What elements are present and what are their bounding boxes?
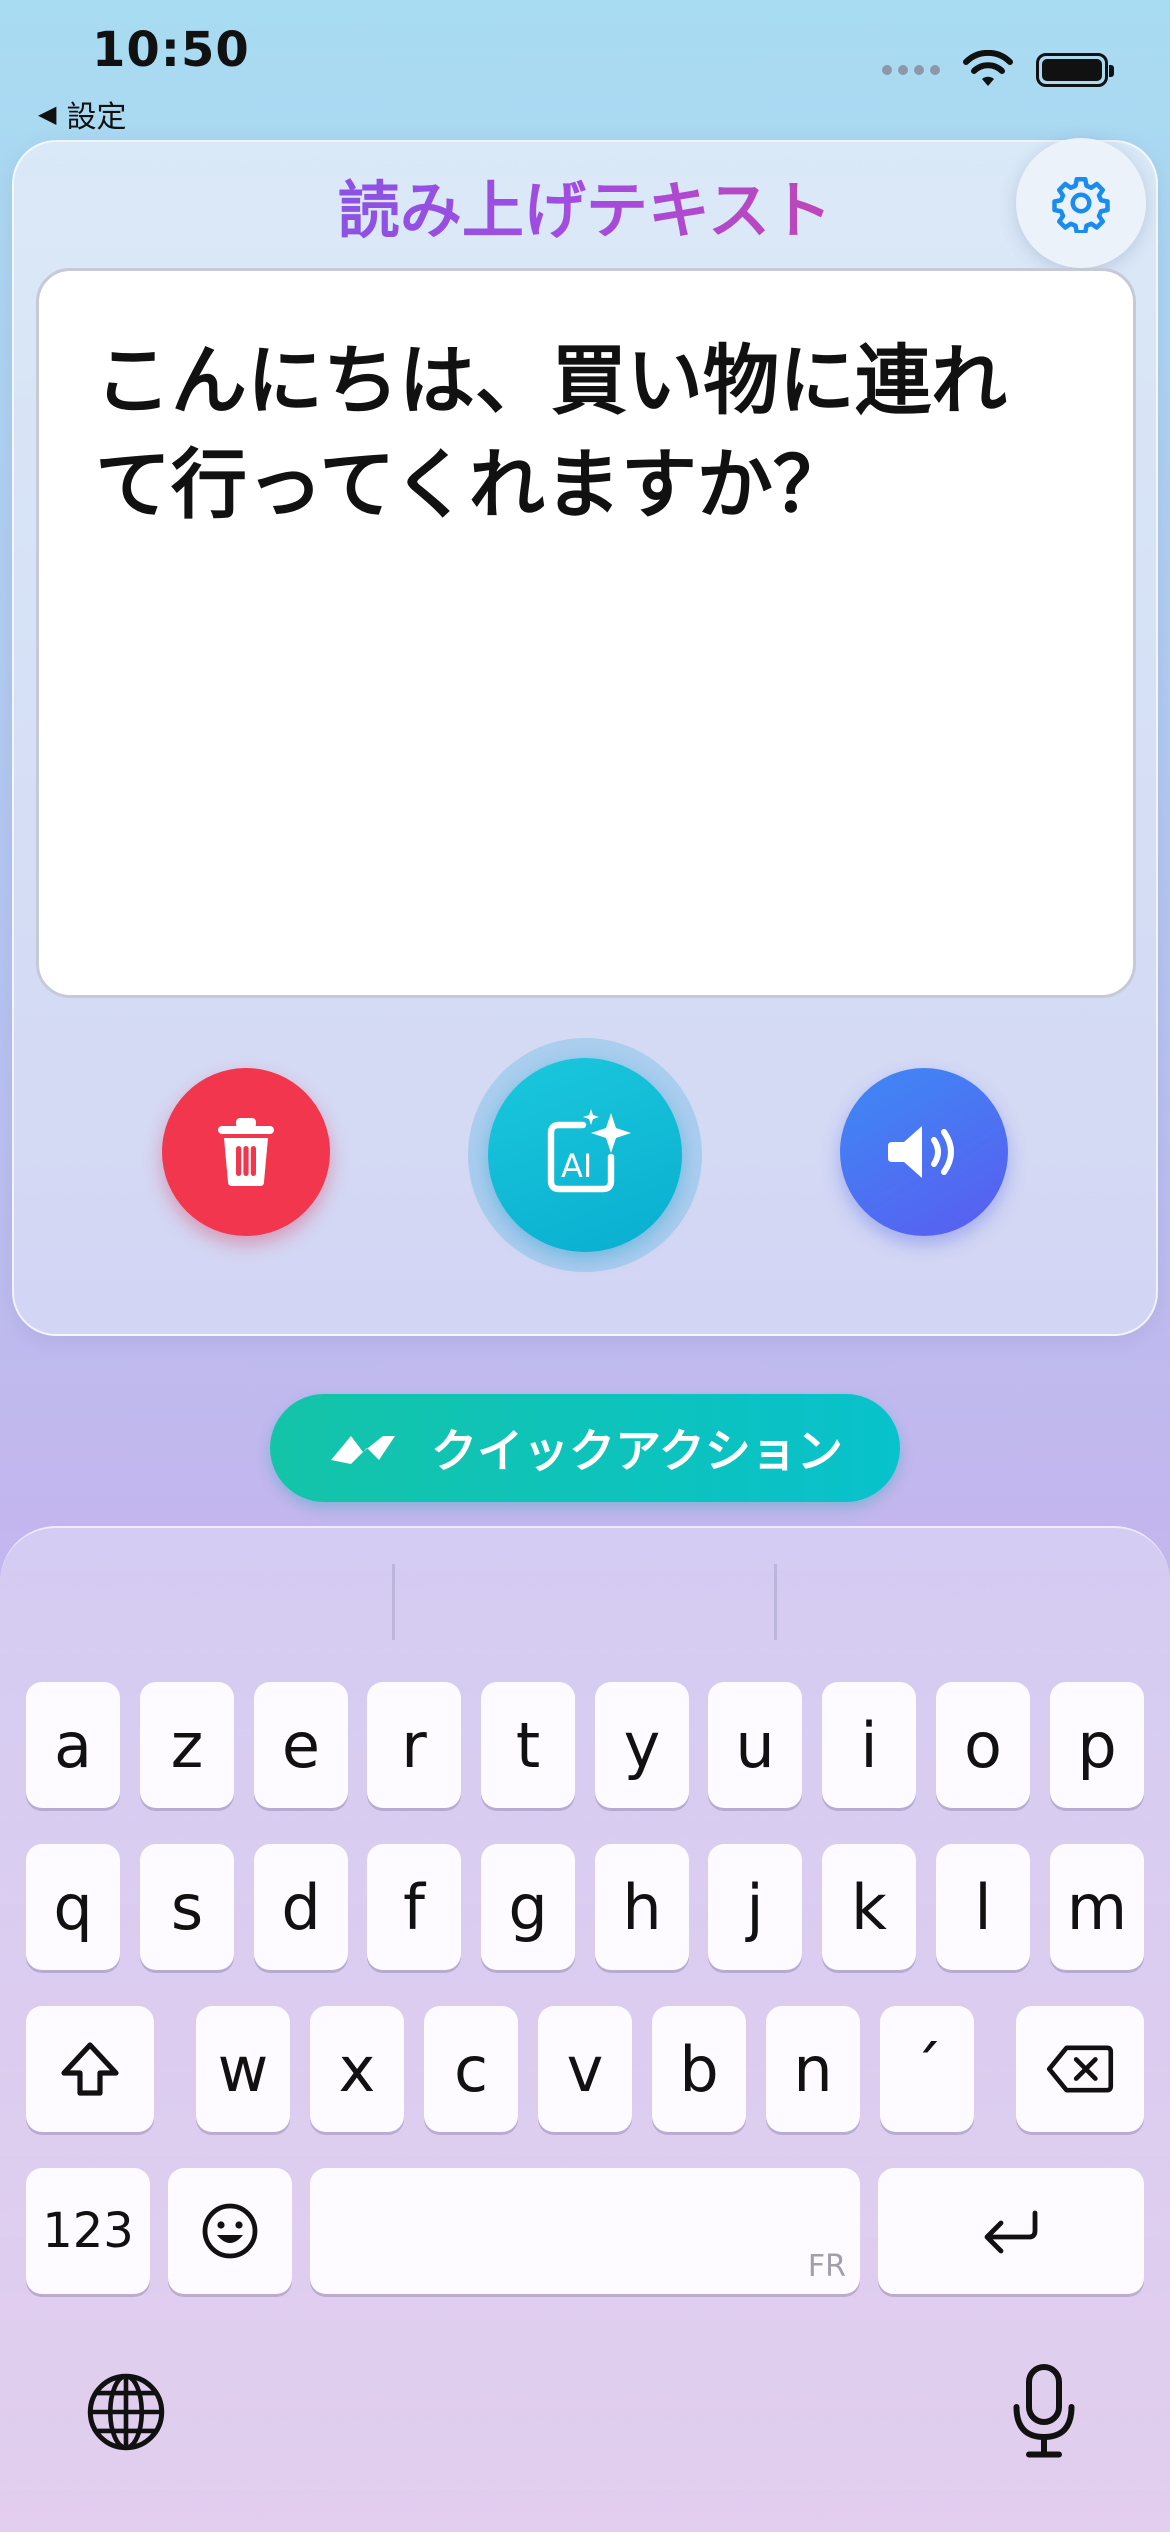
status-time: 10:50 bbox=[92, 22, 250, 78]
globe-icon bbox=[87, 2373, 165, 2451]
key-n[interactable]: n bbox=[766, 2006, 860, 2132]
delete-button[interactable] bbox=[162, 1068, 330, 1236]
battery-icon bbox=[1036, 53, 1114, 87]
back-label: 設定 bbox=[66, 100, 127, 135]
status-indicators bbox=[882, 50, 1114, 90]
gear-icon bbox=[1052, 177, 1110, 233]
back-arrow-icon: ◀ bbox=[38, 100, 57, 128]
key-s[interactable]: s bbox=[140, 1844, 234, 1970]
emoji-icon bbox=[202, 2203, 258, 2259]
space-key[interactable]: FR bbox=[310, 2168, 860, 2294]
key-u[interactable]: u bbox=[708, 1682, 802, 1808]
speaker-icon bbox=[888, 1126, 954, 1178]
key-k[interactable]: k bbox=[822, 1844, 916, 1970]
key-j[interactable]: j bbox=[708, 1844, 802, 1970]
wifi-icon bbox=[963, 50, 1013, 86]
mic-icon bbox=[1013, 2364, 1075, 2458]
trash-icon bbox=[218, 1118, 274, 1186]
speech-text: こんにちは、買い物に連れて行ってくれますか？ bbox=[95, 336, 1007, 529]
svg-text:AI: AI bbox=[561, 1147, 592, 1185]
numbers-key[interactable]: 123 bbox=[26, 2168, 150, 2294]
key-accent[interactable]: ´ bbox=[880, 2006, 974, 2132]
backspace-key[interactable] bbox=[1016, 2006, 1144, 2132]
emoji-key[interactable] bbox=[168, 2168, 292, 2294]
ai-sparkle-icon: AI bbox=[547, 1109, 631, 1193]
suggestion-divider bbox=[774, 1564, 777, 1640]
globe-button[interactable] bbox=[84, 2370, 168, 2454]
speak-button[interactable] bbox=[840, 1068, 1008, 1236]
key-b[interactable]: b bbox=[652, 2006, 746, 2132]
key-i[interactable]: i bbox=[822, 1682, 916, 1808]
space-language-label: FR bbox=[807, 2249, 846, 2284]
key-a[interactable]: a bbox=[26, 1682, 120, 1808]
backspace-icon bbox=[1046, 2045, 1114, 2093]
signal-icon bbox=[882, 65, 940, 75]
suggestion-divider bbox=[392, 1564, 395, 1640]
key-t[interactable]: t bbox=[481, 1682, 575, 1808]
settings-button[interactable] bbox=[1016, 138, 1146, 268]
key-c[interactable]: c bbox=[424, 2006, 518, 2132]
speech-text-area[interactable]: こんにちは、買い物に連れて行ってくれますか？ bbox=[36, 268, 1136, 998]
ai-assist-button[interactable]: AI bbox=[488, 1058, 682, 1252]
key-y[interactable]: y bbox=[595, 1682, 689, 1808]
key-d[interactable]: d bbox=[254, 1844, 348, 1970]
key-p[interactable]: p bbox=[1050, 1682, 1144, 1808]
key-g[interactable]: g bbox=[481, 1844, 575, 1970]
dictation-button[interactable] bbox=[1004, 2362, 1084, 2462]
back-to-settings[interactable]: ◀ 設定 bbox=[38, 92, 126, 136]
return-icon bbox=[984, 2210, 1038, 2254]
key-h[interactable]: h bbox=[595, 1844, 689, 1970]
key-e[interactable]: e bbox=[254, 1682, 348, 1808]
quick-action-icon bbox=[331, 1436, 396, 1464]
page-title: 読み上げテキスト bbox=[0, 160, 1170, 250]
key-l[interactable]: l bbox=[936, 1844, 1030, 1970]
key-x[interactable]: x bbox=[310, 2006, 404, 2132]
shift-icon bbox=[61, 2042, 119, 2096]
quick-action-button[interactable]: クイックアクション bbox=[270, 1394, 900, 1502]
key-w[interactable]: w bbox=[196, 2006, 290, 2132]
key-f[interactable]: f bbox=[367, 1844, 461, 1970]
key-q[interactable]: q bbox=[26, 1844, 120, 1970]
key-v[interactable]: v bbox=[538, 2006, 632, 2132]
key-r[interactable]: r bbox=[367, 1682, 461, 1808]
shift-key[interactable] bbox=[26, 2006, 154, 2132]
key-z[interactable]: z bbox=[140, 1682, 234, 1808]
quick-action-label: クイックアクション bbox=[431, 1424, 843, 1478]
key-o[interactable]: o bbox=[936, 1682, 1030, 1808]
return-key[interactable] bbox=[878, 2168, 1144, 2294]
key-m[interactable]: m bbox=[1050, 1844, 1144, 1970]
